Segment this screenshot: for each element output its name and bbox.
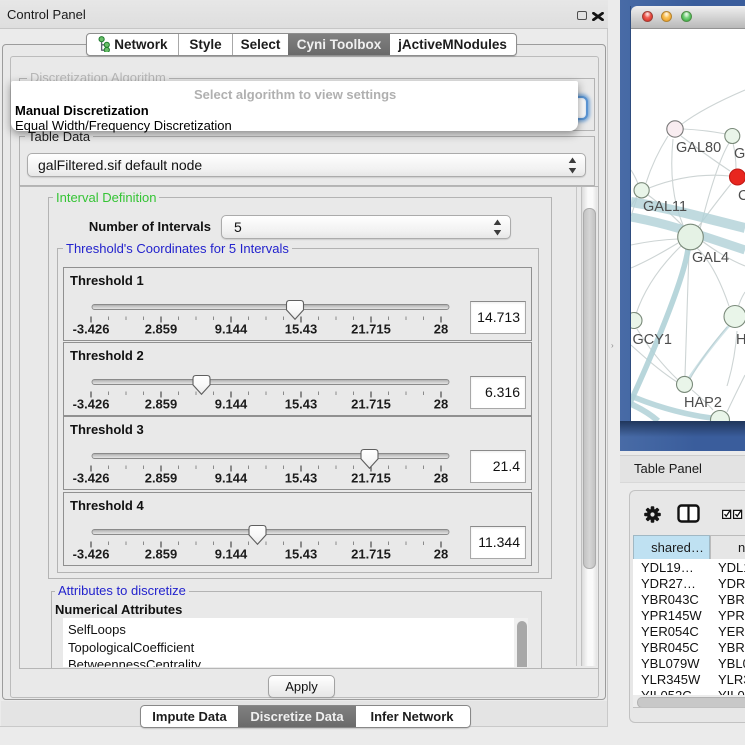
svg-text:-3.426: -3.426 — [73, 397, 110, 412]
svg-text:GCY1: GCY1 — [633, 332, 673, 348]
svg-text:GA: GA — [734, 146, 745, 162]
svg-text:15.43: 15.43 — [285, 397, 318, 412]
svg-text:GAL80: GAL80 — [676, 140, 721, 156]
svg-text:21.715: 21.715 — [351, 322, 391, 337]
svg-text:9.144: 9.144 — [215, 471, 248, 486]
svg-text:2.859: 2.859 — [145, 547, 178, 562]
svg-text:15.43: 15.43 — [285, 547, 318, 562]
svg-text:9.144: 9.144 — [215, 547, 248, 562]
svg-text:-3.426: -3.426 — [73, 322, 110, 337]
svg-text:21.715: 21.715 — [351, 471, 391, 486]
svg-text:9.144: 9.144 — [215, 397, 248, 412]
svg-text:15.43: 15.43 — [285, 322, 318, 337]
svg-text:GAL11: GAL11 — [643, 199, 687, 215]
svg-text:21.715: 21.715 — [351, 397, 391, 412]
svg-text:2.859: 2.859 — [145, 471, 178, 486]
svg-text:28: 28 — [434, 471, 448, 486]
svg-text:-3.426: -3.426 — [73, 471, 110, 486]
svg-text:28: 28 — [434, 547, 448, 562]
svg-text:GAL4: GAL4 — [692, 250, 729, 266]
svg-text:2.859: 2.859 — [145, 397, 178, 412]
svg-text:C: C — [738, 188, 745, 204]
svg-text:28: 28 — [434, 397, 448, 412]
svg-text:28: 28 — [434, 322, 448, 337]
svg-text:21.715: 21.715 — [351, 547, 391, 562]
svg-text:9.144: 9.144 — [215, 322, 248, 337]
svg-text:H: H — [736, 332, 745, 348]
svg-text:-3.426: -3.426 — [73, 547, 110, 562]
svg-text:2.859: 2.859 — [145, 322, 178, 337]
svg-text:HAP2: HAP2 — [684, 395, 722, 411]
svg-text:15.43: 15.43 — [285, 471, 318, 486]
